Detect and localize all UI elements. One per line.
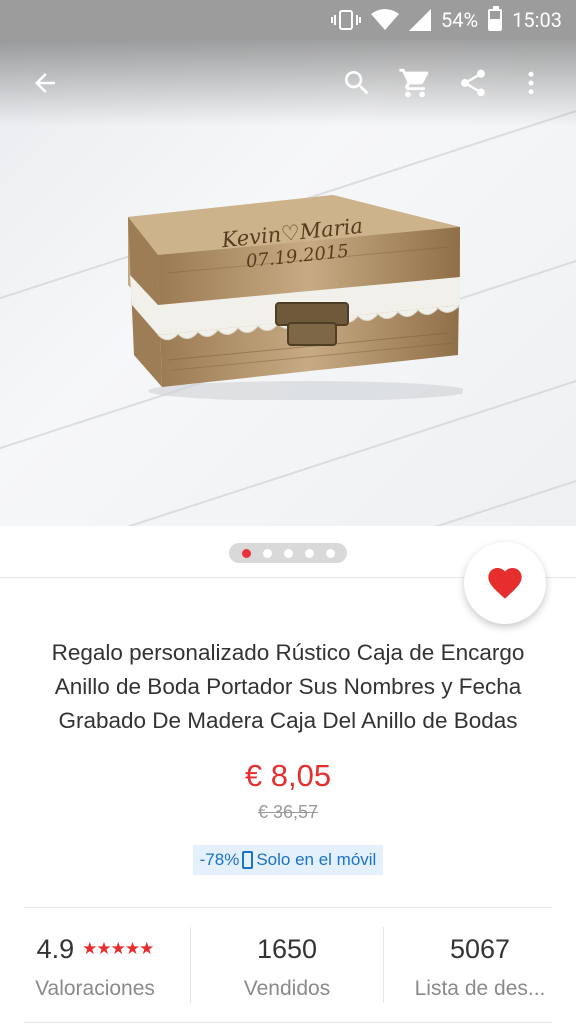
- product-title: Regalo personalizado Rústico Caja de Enc…: [30, 636, 546, 738]
- more-options-button[interactable]: [502, 54, 560, 112]
- sold-count: 1650: [256, 933, 318, 964]
- battery-percent: 54%: [441, 8, 479, 32]
- status-bar: 54% 15:03: [0, 0, 576, 40]
- search-button[interactable]: [328, 54, 386, 112]
- vibrate-icon: [331, 9, 362, 31]
- share-icon: [460, 69, 485, 97]
- mobile-only-label: Solo en el móvil: [256, 850, 377, 869]
- battery-icon: [488, 6, 503, 31]
- discount-percent: -78%: [199, 850, 240, 869]
- wishlist-count: 5067: [449, 933, 511, 964]
- wishlist-button[interactable]: [464, 542, 546, 624]
- rating-value: 4.9: [36, 933, 75, 964]
- divider: [24, 1022, 552, 1023]
- ring-box-illustration: Kevin♡Maria 07.19.2015: [128, 155, 468, 401]
- wishlist-label: Lista de des...: [414, 977, 546, 1000]
- product-title-line-1: Regalo personalizado Rústico Caja de Enc…: [51, 640, 525, 665]
- mobile-discount-badge: -78% Solo en el móvil: [193, 845, 383, 875]
- rating-label: Valoraciones: [35, 977, 155, 1000]
- original-price: € 36,57: [257, 802, 319, 822]
- product-stats: 4.9 ★★★★★ Valoraciones 1650 Vendidos 506…: [0, 908, 576, 1022]
- wifi-icon: [371, 9, 400, 31]
- cart-button[interactable]: [386, 54, 444, 112]
- pager-dot-5[interactable]: [325, 548, 335, 558]
- heart-icon: [488, 568, 522, 599]
- cart-icon: [399, 68, 429, 98]
- image-pager[interactable]: [229, 543, 347, 563]
- clock: 15:03: [512, 8, 562, 32]
- signal-icon: [409, 9, 432, 31]
- back-arrow-icon: [35, 73, 55, 93]
- current-price: € 8,05: [244, 758, 332, 793]
- back-button[interactable]: [16, 54, 74, 112]
- app-bar: [0, 40, 576, 126]
- pager-dot-2[interactable]: [262, 548, 272, 558]
- sold-stat: 1650 Vendidos: [191, 908, 383, 1022]
- product-title-line-2: Anillo de Boda Portador Sus Nombres y Fe…: [54, 674, 522, 699]
- rating-stat[interactable]: 4.9 ★★★★★ Valoraciones: [0, 908, 190, 1022]
- pager-dot-4[interactable]: [304, 548, 314, 558]
- pager-dot-3[interactable]: [283, 548, 293, 558]
- rating-value-row: 4.9 ★★★★★: [36, 929, 155, 969]
- pager-dot-1[interactable]: [241, 548, 251, 558]
- wishlist-stat[interactable]: 5067 Lista de des...: [384, 908, 576, 1022]
- sold-label: Vendidos: [243, 977, 331, 1000]
- share-button[interactable]: [444, 54, 502, 112]
- rating-stars-icon: ★★★★★: [82, 939, 154, 958]
- more-vert-icon: [528, 71, 534, 95]
- search-icon: [344, 71, 369, 95]
- product-title-line-3: Grabado De Madera Caja Del Anillo de Bod…: [58, 708, 518, 733]
- mobile-phone-icon: [242, 851, 254, 869]
